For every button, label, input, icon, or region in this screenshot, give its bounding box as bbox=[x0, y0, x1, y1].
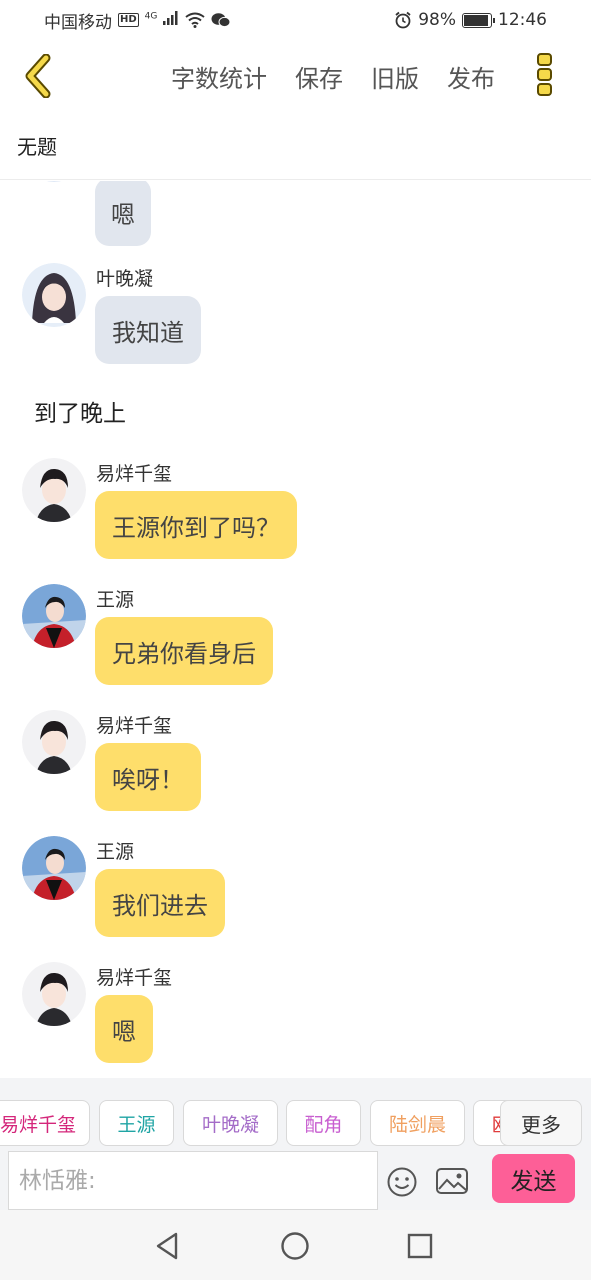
message-bubble[interactable]: 嗯 bbox=[95, 181, 151, 246]
hd-icon: HD bbox=[118, 13, 139, 27]
sender-name: 易烊千玺 bbox=[96, 715, 173, 737]
alarm-icon bbox=[395, 11, 411, 29]
character-chip[interactable]: 叶晚凝 bbox=[183, 1100, 278, 1146]
back-arrow-icon[interactable] bbox=[20, 54, 60, 98]
story-title[interactable]: 无题 bbox=[17, 131, 57, 160]
more-characters-button[interactable]: 更多 bbox=[500, 1100, 582, 1146]
clock: 12:46 bbox=[498, 10, 547, 30]
avatar bbox=[22, 710, 86, 774]
battery-icon bbox=[462, 12, 495, 28]
old-version-button[interactable]: 旧版 bbox=[371, 59, 419, 94]
top-toolbar: 字数统计 保存 旧版 发布 bbox=[0, 40, 591, 112]
carrier-name: 中国移动 bbox=[44, 12, 112, 33]
save-button[interactable]: 保存 bbox=[295, 59, 343, 94]
message-bubble[interactable]: 唉呀！ bbox=[95, 743, 201, 811]
network-type: 4G bbox=[144, 11, 158, 22]
wechat-icon bbox=[211, 13, 231, 28]
character-chip[interactable]: 配角 bbox=[286, 1100, 361, 1146]
wifi-icon bbox=[185, 12, 205, 28]
publish-button[interactable]: 发布 bbox=[447, 59, 495, 94]
chat-area[interactable]: 嗯 叶晚凝 我知道 到了晚上 易烊千玺 王源你到了吗？ 王源 兄弟你看身后 易烊… bbox=[0, 181, 591, 1078]
nav-back-icon[interactable] bbox=[152, 1230, 184, 1262]
avatar bbox=[22, 263, 86, 327]
message-bubble[interactable]: 兄弟你看身后 bbox=[95, 617, 273, 685]
avatar bbox=[22, 584, 86, 648]
battery-percent: 98% bbox=[418, 10, 456, 30]
nav-recents-icon[interactable] bbox=[404, 1230, 436, 1262]
character-chip[interactable]: 陆剑晨 bbox=[370, 1100, 465, 1146]
sender-name: 叶晚凝 bbox=[96, 268, 154, 290]
nav-home-icon[interactable] bbox=[279, 1230, 311, 1262]
system-nav-bar bbox=[0, 1210, 591, 1280]
message-input[interactable] bbox=[8, 1151, 378, 1210]
signal-icon: 4G bbox=[145, 10, 179, 30]
more-vertical-icon[interactable] bbox=[535, 52, 555, 98]
status-bar: 中国移动 HD 4G 98% 12:46 bbox=[0, 0, 591, 40]
toolbar-actions: 字数统计 保存 旧版 发布 bbox=[171, 40, 495, 112]
message-bubble[interactable]: 嗯 bbox=[95, 995, 153, 1063]
word-count-button[interactable]: 字数统计 bbox=[171, 59, 267, 94]
narration-text[interactable]: 到了晚上 bbox=[34, 394, 126, 428]
avatar bbox=[22, 962, 86, 1026]
status-right: 98% 12:46 bbox=[394, 10, 547, 30]
sender-name: 王源 bbox=[96, 589, 135, 611]
avatar bbox=[22, 836, 86, 900]
sender-name: 易烊千玺 bbox=[96, 463, 173, 485]
avatar bbox=[22, 458, 86, 522]
avatar bbox=[22, 181, 86, 182]
emoji-icon[interactable] bbox=[386, 1166, 418, 1198]
sender-name: 易烊千玺 bbox=[96, 967, 173, 989]
send-button[interactable]: 发送 bbox=[492, 1154, 575, 1203]
message-bubble[interactable]: 王源你到了吗？ bbox=[95, 491, 297, 559]
message-bubble[interactable]: 我们进去 bbox=[95, 869, 225, 937]
composer: 易烊千玺 王源 叶晚凝 配角 陆剑晨 欧 更多 发送 bbox=[0, 1078, 591, 1210]
message-bubble[interactable]: 我知道 bbox=[95, 296, 201, 364]
character-chip[interactable]: 王源 bbox=[99, 1100, 174, 1146]
image-icon[interactable] bbox=[435, 1166, 469, 1196]
status-left: 中国移动 HD 4G bbox=[44, 8, 231, 33]
character-chip[interactable]: 易烊千玺 bbox=[0, 1100, 90, 1146]
sender-name: 王源 bbox=[96, 841, 135, 863]
story-title-bar: 无题 bbox=[0, 112, 591, 180]
